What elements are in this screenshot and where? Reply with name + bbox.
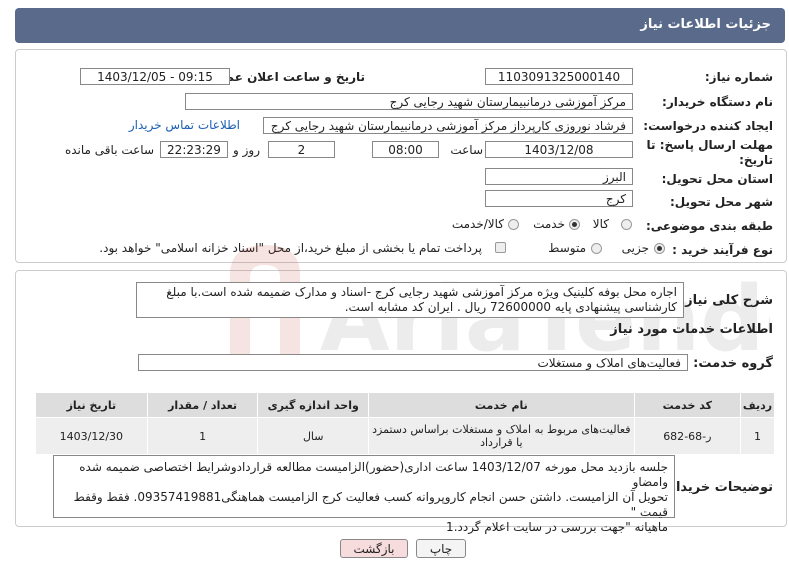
col-quantity: تعداد / مقدار <box>146 392 259 418</box>
general-desc-label: شرح کلی نیاز: <box>679 293 773 308</box>
category-option-service: خدمت <box>533 217 565 231</box>
print-button[interactable]: چاپ <box>416 539 466 558</box>
service-group-label: گروه خدمت: <box>693 356 773 371</box>
cell-service-name: فعالیت‌های مربوط به املاک و مستغلات براس… <box>368 417 635 455</box>
cell-row: 1 <box>740 417 775 455</box>
payment-note: پرداخت تمام یا بخشی از مبلغ خرید،از محل … <box>99 241 482 255</box>
province-label: استان محل تحویل: <box>661 172 773 186</box>
process-radio-partial[interactable] <box>654 243 665 254</box>
category-option-goods: کالا <box>592 217 609 231</box>
city-label: شهر محل تحویل: <box>669 195 773 209</box>
deadline-label: مهلت ارسال پاسخ: تا <box>646 138 774 152</box>
buyer-contact-link[interactable]: اطلاعات تماس خریدار <box>129 118 240 132</box>
creator-label: ایجاد کننده درخواست: <box>643 119 773 133</box>
buyer-notes-line1: جلسه بازدید محل مورخه 1403/12/07 ساعت اد… <box>79 460 668 489</box>
category-radio-goods-service[interactable] <box>508 219 519 230</box>
col-need-date: تاریخ نیاز <box>35 392 148 418</box>
treasury-checkbox[interactable] <box>495 242 506 253</box>
deadline-label-2: تاریخ: <box>739 153 773 167</box>
page-header: جزئیات اطلاعات نیاز <box>15 8 785 43</box>
category-radio-goods[interactable] <box>621 219 632 230</box>
process-option-medium: متوسط <box>548 241 586 255</box>
buyer-org-label: نام دستگاه خریدار: <box>662 95 773 109</box>
need-number-label: شماره نیاز: <box>704 70 773 84</box>
service-group-field: فعالیت‌های املاک و مستغلات <box>138 354 688 371</box>
process-label: نوع فرآیند خرید : <box>672 243 773 257</box>
category-label: طبقه بندی موضوعی: <box>645 219 773 233</box>
cell-unit: سال <box>257 417 370 455</box>
col-row: ردیف <box>740 392 775 418</box>
process-radio-medium[interactable] <box>591 243 602 254</box>
buyer-notes-line2: تحویل آن الزامیست. داشتن حسن انجام کاروپ… <box>73 490 668 519</box>
general-desc-box: اجاره محل بوفه کلینیک ویژه مرکز آموزشی ش… <box>136 282 684 318</box>
services-table: ردیف کد خدمت نام خدمت واحد اندازه گیری ت… <box>35 392 775 455</box>
table-row: 1 ر-68-682 فعالیت‌های مربوط به املاک و م… <box>35 417 775 455</box>
buyer-org-field: مرکز آموزشی درمانبیمارستان شهید رجایی کر… <box>185 93 633 110</box>
days-label: روز و <box>233 143 260 157</box>
creator-field: فرشاد نوروزی کارپرداز مرکز آموزشی درمانب… <box>263 117 633 134</box>
table-header-row: ردیف کد خدمت نام خدمت واحد اندازه گیری ت… <box>35 392 775 418</box>
process-option-partial: جزیی <box>621 241 649 255</box>
cell-quantity: 1 <box>146 417 259 455</box>
cell-service-code: ر-68-682 <box>633 417 742 455</box>
general-desc-line1: اجاره محل بوفه کلینیک ویژه مرکز آموزشی ش… <box>166 285 677 299</box>
deadline-date-field: 1403/12/08 <box>485 141 633 158</box>
days-field: 2 <box>268 141 335 158</box>
col-service-name: نام خدمت <box>368 392 635 418</box>
services-title: اطلاعات خدمات مورد نیاز <box>610 322 773 337</box>
city-field: کرج <box>485 190 633 207</box>
deadline-time-label: ساعت <box>450 143 483 157</box>
category-option-goods-service: کالا/خدمت <box>451 217 504 231</box>
general-desc-line2: کارشناسی پیشنهادی پایه 72600000 ریال . ا… <box>344 300 677 314</box>
buyer-notes-box: جلسه بازدید محل مورخه 1403/12/07 ساعت اد… <box>53 455 675 534</box>
buyer-notes-line3: ماهیانه "جهت بررسی در سایت اعلام گردد.1 <box>446 520 668 534</box>
category-radio-service[interactable] <box>569 219 580 230</box>
deadline-time-field: 08:00 <box>372 141 439 158</box>
buyer-notes-label: توضیحات خریدار: <box>663 480 773 495</box>
province-field: البرز <box>485 168 633 185</box>
col-unit: واحد اندازه گیری <box>257 392 370 418</box>
cell-need-date: 1403/12/30 <box>35 417 148 455</box>
remaining-time-label: ساعت باقی مانده <box>64 143 154 157</box>
col-service-code: کد خدمت <box>633 392 742 418</box>
page-title: جزئیات اطلاعات نیاز <box>640 17 771 32</box>
need-number-field: 1103091325000140 <box>485 68 633 85</box>
back-button[interactable]: بازگشت <box>340 539 408 558</box>
remaining-time-field: 22:23:29 <box>160 141 228 158</box>
announce-date-field: 1403/12/05 - 09:15 <box>80 68 230 85</box>
